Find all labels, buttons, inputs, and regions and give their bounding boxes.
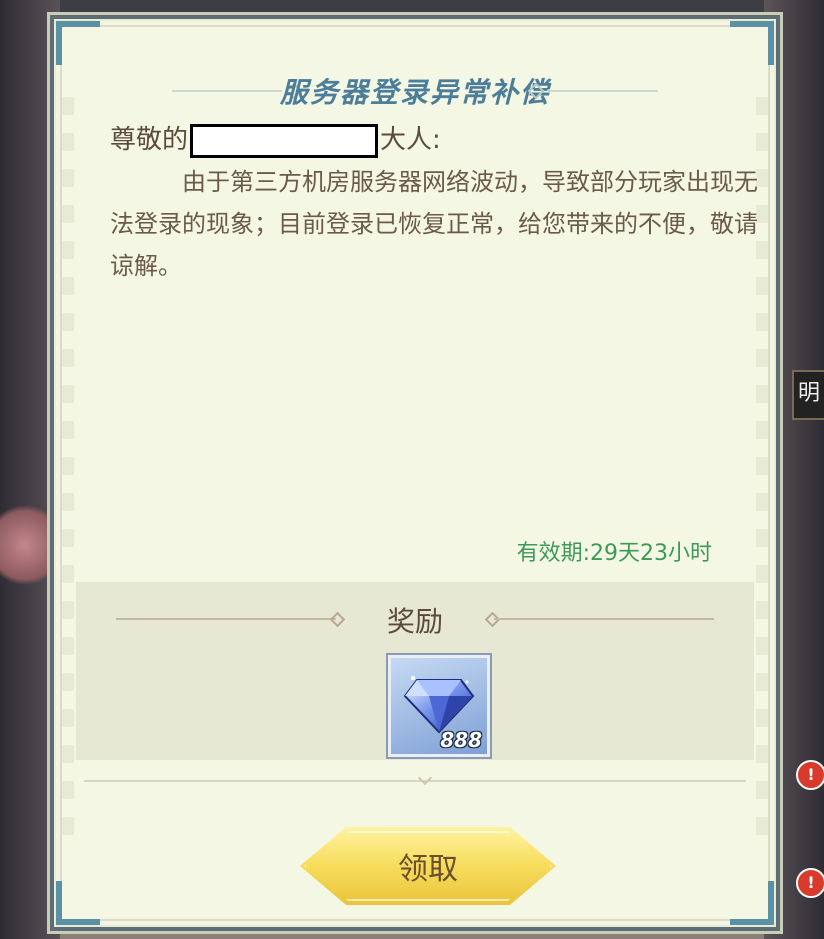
claim-button[interactable]: 领取 (300, 827, 556, 905)
title-divider-right (548, 90, 658, 92)
mail-body: 由于第三方机房服务器网络波动，导致部分玩家出现无法登录的现象；目前登录已恢复正常… (110, 168, 758, 280)
mail-validity: 有效期:29天23小时 (516, 541, 712, 566)
panel-corner-ornament (56, 881, 100, 925)
reward-section: 奖励 888 (76, 582, 754, 760)
panel-corner-ornament (56, 21, 100, 65)
mail-title-row: 服务器登录异常补偿 (62, 71, 768, 111)
mail-title: 服务器登录异常补偿 (279, 76, 550, 109)
redacted-player-name (190, 123, 379, 158)
mail-panel: 服务器登录异常补偿 尊敬的 大人: 由于第三方机房服务器网络波动，导致部分玩家出现… (47, 12, 783, 934)
salutation-suffix: 大人: (380, 125, 441, 155)
diamond-icon (403, 676, 475, 734)
notification-badge: ! (796, 760, 824, 790)
reward-divider-right (494, 618, 714, 620)
reward-title: 奖励 (386, 605, 443, 638)
notification-badge: ! (796, 868, 824, 898)
mail-salutation: 尊敬的 大人: (110, 119, 441, 158)
reward-item-count: 888 (440, 728, 482, 752)
footer-divider-notch (417, 770, 433, 786)
claim-button-label: 领取 (398, 852, 458, 887)
footer-divider (84, 780, 746, 782)
reward-item-slot[interactable]: 888 (388, 655, 490, 757)
mail-panel-inner: 服务器登录异常补偿 尊敬的 大人: 由于第三方机房服务器网络波动，导致部分玩家出现… (60, 25, 770, 921)
panel-border-decoration-left (62, 97, 74, 849)
salutation-prefix: 尊敬的 (110, 125, 189, 155)
background-signboard: 明 (792, 370, 824, 420)
panel-corner-ornament (730, 881, 774, 925)
panel-corner-ornament (730, 21, 774, 65)
